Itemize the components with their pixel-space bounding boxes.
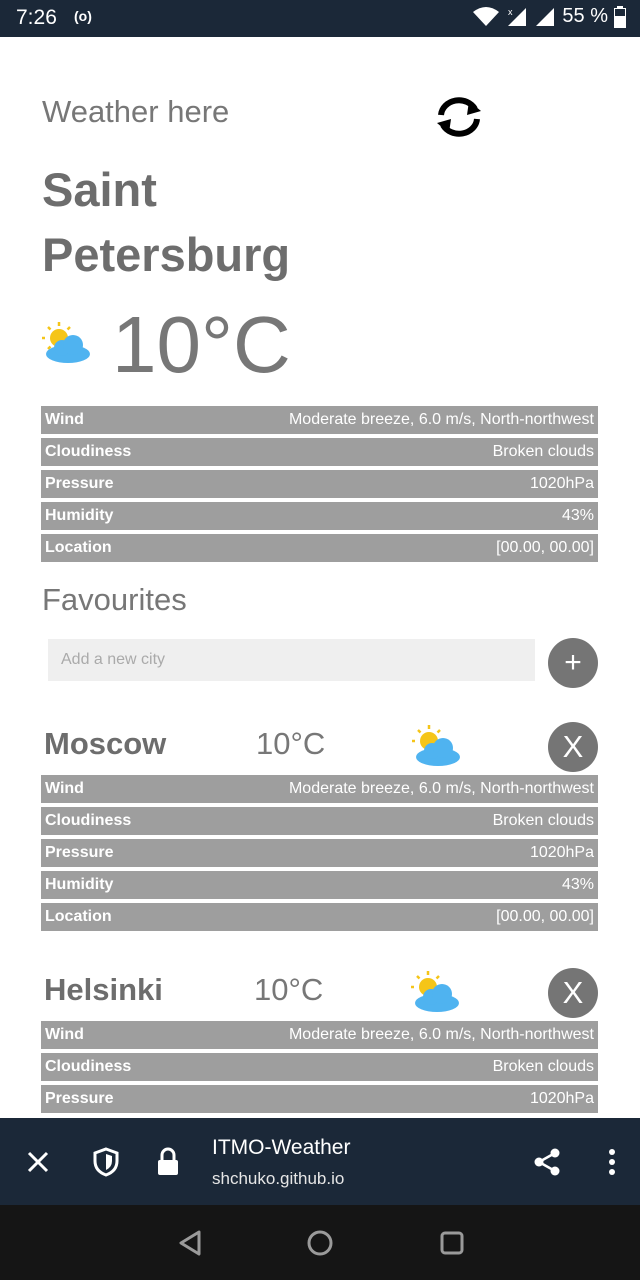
partly-cloudy-icon xyxy=(408,969,462,1020)
tracking-protection-button[interactable] xyxy=(89,1144,123,1180)
detail-row-location: Location [00.00, 00.00] xyxy=(41,534,598,562)
detail-key: Cloudiness xyxy=(45,1058,132,1075)
current-details-table: Wind Moderate breeze, 6.0 m/s, North-nort… xyxy=(41,406,598,566)
detail-value: 43% xyxy=(561,507,594,524)
system-nav-bar xyxy=(0,1205,640,1280)
detail-row-pressure: Pressure 1020hPa xyxy=(41,839,598,867)
back-button[interactable] xyxy=(172,1225,208,1261)
detail-row-wind: Wind Moderate breeze, 6.0 m/s, North-nort… xyxy=(41,406,598,434)
page-title: Weather here xyxy=(42,94,230,129)
detail-key: Wind xyxy=(45,780,84,797)
detail-value: 1020hPa xyxy=(529,475,594,492)
favourites-title: Favourites xyxy=(42,582,187,617)
browser-toolbar: ITMO-Weather shchuko.github.io xyxy=(0,1118,640,1205)
detail-value: Moderate breeze, 6.0 m/s, North-northwes… xyxy=(288,411,594,428)
favourite-city-name: Helsinki xyxy=(44,972,163,1007)
refresh-button[interactable] xyxy=(433,95,485,139)
back-triangle-icon xyxy=(179,1230,201,1256)
detail-value: [00.00, 00.00] xyxy=(496,908,594,925)
lock-icon xyxy=(158,1147,178,1175)
status-time: 7:26 xyxy=(16,6,57,29)
detail-key: Wind xyxy=(45,1026,84,1043)
close-icon: X xyxy=(562,729,584,764)
battery-icon xyxy=(614,5,626,28)
detail-key: Pressure xyxy=(45,1090,114,1107)
browser-url[interactable]: shchuko.github.io xyxy=(212,1169,344,1189)
detail-key: Wind xyxy=(45,411,84,428)
detail-key: Cloudiness xyxy=(45,443,132,460)
home-button[interactable] xyxy=(302,1225,338,1261)
remove-favourite-button[interactable]: X xyxy=(548,968,598,1018)
recents-square-icon xyxy=(440,1231,464,1255)
more-vert-icon xyxy=(609,1149,615,1175)
detail-key: Pressure xyxy=(45,844,114,861)
cell-signal-icon: x xyxy=(508,7,527,26)
add-city-button[interactable]: + xyxy=(548,638,598,688)
detail-row-humidity: Humidity 43% xyxy=(41,871,598,899)
web-page: Weather here Saint Petersburg 10°C Wind M… xyxy=(0,37,640,1118)
detail-key: Pressure xyxy=(45,475,114,492)
share-button[interactable] xyxy=(530,1144,564,1180)
status-icons: x 55 % xyxy=(472,5,626,28)
detail-row-humidity: Humidity 43% xyxy=(41,502,598,530)
detail-value: Broken clouds xyxy=(492,443,594,460)
detail-row-wind: Wind Moderate breeze, 6.0 m/s, North-nort… xyxy=(41,1021,598,1049)
favourite-temperature: 10°C xyxy=(256,726,326,761)
add-city-input[interactable] xyxy=(48,639,535,681)
more-options-button[interactable] xyxy=(598,1144,626,1180)
favourite-details-table: Wind Moderate breeze, 6.0 m/s, North-nort… xyxy=(41,1021,598,1117)
detail-row-cloudiness: Cloudiness Broken clouds xyxy=(41,807,598,835)
detail-key: Location xyxy=(45,908,112,925)
detail-value: Moderate breeze, 6.0 m/s, North-northwes… xyxy=(288,1026,594,1043)
detail-key: Humidity xyxy=(45,876,114,893)
share-icon xyxy=(534,1148,560,1176)
site-security-button[interactable] xyxy=(152,1144,184,1180)
status-bar: 7:26 (o) x 55 % xyxy=(0,0,640,37)
close-icon xyxy=(27,1151,49,1173)
detail-key: Cloudiness xyxy=(45,812,132,829)
close-tab-button[interactable] xyxy=(22,1146,54,1178)
current-temperature: 10°C xyxy=(112,300,291,389)
detail-row-cloudiness: Cloudiness Broken clouds xyxy=(41,1053,598,1081)
detail-value: [00.00, 00.00] xyxy=(496,539,594,556)
cell-signal-2-icon xyxy=(536,7,555,26)
detail-value: 1020hPa xyxy=(529,1090,594,1107)
svg-text:x: x xyxy=(508,7,513,17)
shield-icon xyxy=(93,1147,119,1177)
home-circle-icon xyxy=(307,1230,333,1256)
detail-value: Broken clouds xyxy=(492,1058,594,1075)
detail-key: Humidity xyxy=(45,507,114,524)
radio-indicator-icon: (o) xyxy=(74,8,92,24)
detail-value: Moderate breeze, 6.0 m/s, North-northwes… xyxy=(288,780,594,797)
favourite-city-name: Moscow xyxy=(44,726,167,761)
battery-level: 55 % xyxy=(562,5,608,27)
plus-icon: + xyxy=(564,646,582,679)
current-city-name: Saint Petersburg xyxy=(42,163,291,281)
remove-favourite-button[interactable]: X xyxy=(548,722,598,772)
favourite-details-table: Wind Moderate breeze, 6.0 m/s, North-nort… xyxy=(41,775,598,935)
refresh-icon xyxy=(437,97,481,137)
detail-row-location: Location [00.00, 00.00] xyxy=(41,903,598,931)
wifi-icon xyxy=(473,6,500,26)
detail-value: Broken clouds xyxy=(492,812,594,829)
close-icon: X xyxy=(562,975,584,1010)
browser-page-title[interactable]: ITMO-Weather xyxy=(212,1136,350,1160)
recents-button[interactable] xyxy=(434,1225,470,1261)
detail-row-pressure: Pressure 1020hPa xyxy=(41,470,598,498)
favourite-temperature: 10°C xyxy=(254,972,324,1007)
detail-value: 1020hPa xyxy=(529,844,594,861)
detail-row-pressure: Pressure 1020hPa xyxy=(41,1085,598,1113)
detail-key: Location xyxy=(45,539,112,556)
partly-cloudy-icon xyxy=(40,320,92,371)
detail-row-wind: Wind Moderate breeze, 6.0 m/s, North-nort… xyxy=(41,775,598,803)
detail-row-cloudiness: Cloudiness Broken clouds xyxy=(41,438,598,466)
detail-value: 43% xyxy=(561,876,594,893)
partly-cloudy-icon xyxy=(409,723,463,774)
